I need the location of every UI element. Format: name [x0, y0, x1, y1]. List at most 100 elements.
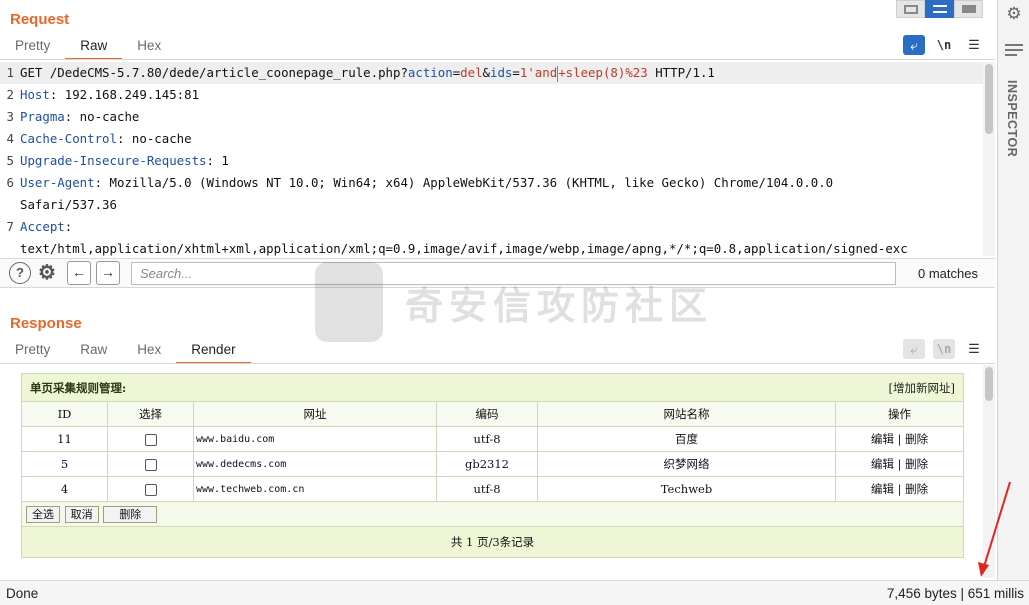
edit-link[interactable]: 编辑	[871, 432, 894, 446]
add-url-link[interactable]: [增加新网址]	[889, 380, 955, 396]
row-id: 11	[21, 426, 108, 452]
tabbed-view-button[interactable]	[954, 0, 983, 18]
row-url: www.baidu.com	[193, 426, 437, 452]
response-tab-raw[interactable]: Raw	[65, 337, 122, 363]
cancel-button[interactable]: 取消	[64, 505, 99, 523]
request-tabs: Pretty Raw Hex	[0, 33, 176, 60]
response-title: Response	[10, 315, 82, 332]
row-checkbox[interactable]	[144, 459, 157, 471]
row-actions: 编辑 | 删除	[835, 476, 964, 502]
delete-button[interactable]: 删除	[103, 505, 158, 523]
menu-icon[interactable]: ☰	[963, 339, 985, 359]
token: : no-cache	[64, 109, 140, 124]
response-tab-hex[interactable]: Hex	[122, 337, 176, 363]
row-select	[107, 451, 194, 477]
token: Accept	[20, 219, 65, 234]
previous-match-button[interactable]: ←	[67, 261, 91, 285]
response-toolbar: ⤶ \n ☰	[895, 338, 985, 360]
inspector-tab[interactable]: INSPECTOR	[1005, 80, 1019, 157]
token: Upgrade-Insecure-Requests	[20, 153, 207, 168]
gear-icon[interactable]: ⚙	[36, 262, 58, 284]
inspector-menu-icon[interactable]	[1005, 44, 1023, 58]
match-count: 0 matches	[918, 266, 978, 281]
token: =	[512, 65, 520, 80]
row-checkbox[interactable]	[144, 434, 157, 446]
edit-link[interactable]: 编辑	[871, 457, 894, 471]
token: User-Agent	[20, 175, 95, 190]
token: del	[460, 65, 483, 80]
scroll-thumb[interactable]	[985, 64, 993, 134]
column-header: 编码	[436, 401, 538, 427]
line-number: 6	[6, 175, 14, 190]
question-icon[interactable]: ?	[9, 262, 31, 284]
table-row: 5 www.dedecms.com gb2312 织梦网络 编辑 | 删除	[21, 451, 964, 477]
divider	[0, 363, 995, 364]
word-wrap-icon[interactable]: ⤶	[903, 35, 925, 55]
token: : 192.168.249.145:81	[49, 87, 200, 102]
rule-table: 单页采集规则管理: [增加新网址] ID 选择 网址 编码 网站名称 操作 11…	[21, 373, 964, 558]
request-tab-raw[interactable]: Raw	[65, 33, 123, 60]
code-line: 1 GET /DedeCMS-5.7.80/dede/article_coonep…	[0, 62, 983, 84]
split-vertical-view-button[interactable]	[925, 0, 954, 18]
delete-link[interactable]: 删除	[905, 432, 928, 446]
request-editor[interactable]: 1 GET /DedeCMS-5.7.80/dede/article_coonep…	[0, 62, 983, 256]
token: GET /DedeCMS-5.7.80/dede/article_coonepa…	[20, 65, 408, 80]
table-header-row: ID 选择 网址 编码 网站名称 操作	[21, 401, 964, 427]
delete-link[interactable]: 删除	[905, 482, 928, 496]
response-tab-pretty[interactable]: Pretty	[0, 337, 65, 363]
divider	[0, 59, 995, 60]
row-id: 4	[21, 476, 108, 502]
response-scrollbar[interactable]	[983, 365, 995, 578]
newline-toggle-icon[interactable]: \n	[933, 35, 955, 55]
token: : no-cache	[116, 131, 192, 146]
line-number: 5	[6, 153, 14, 168]
token: Host	[20, 87, 50, 102]
row-encoding: utf-8	[436, 476, 538, 502]
select-all-button[interactable]: 全选	[26, 505, 60, 523]
column-header: 操作	[835, 401, 964, 427]
status-bar: Done 7,456 bytes | 651 millis	[0, 580, 1029, 605]
column-header: ID	[21, 401, 108, 427]
code-text: User-Agent: Mozilla/5.0 (Windows NT 10.0…	[20, 172, 833, 194]
scroll-thumb[interactable]	[985, 367, 993, 401]
request-scrollbar[interactable]	[983, 62, 995, 256]
split-horizontal-view-button[interactable]	[896, 0, 925, 18]
table-heading: 单页采集规则管理: [增加新网址]	[21, 373, 964, 402]
menu-icon[interactable]: ☰	[963, 35, 985, 55]
search-bar: ? ⚙ ← → 0 matches	[0, 258, 995, 288]
word-wrap-icon: ⤶	[903, 339, 925, 359]
line-number: 4	[6, 131, 14, 146]
table-title: 单页采集规则管理:	[30, 380, 127, 395]
row-url: www.techweb.com.cn	[193, 476, 437, 502]
edit-link[interactable]: 编辑	[871, 482, 894, 496]
response-tab-render[interactable]: Render	[176, 337, 251, 364]
row-encoding: gb2312	[436, 451, 538, 477]
settings-icon[interactable]: ⚙	[1004, 4, 1024, 24]
code-text: Cache-Control: no-cache	[20, 128, 192, 150]
row-select	[107, 426, 194, 452]
code-line: 2 Host: 192.168.249.145:81	[0, 84, 983, 106]
column-header: 网址	[193, 401, 437, 427]
code-text: Host: 192.168.249.145:81	[20, 84, 199, 106]
response-tabs: Pretty Raw Hex Render	[0, 337, 251, 364]
next-match-button[interactable]: →	[96, 261, 120, 285]
code-text: Safari/537.36	[20, 194, 117, 216]
code-text: text/html,application/xhtml+xml,applicat…	[20, 238, 908, 256]
token: %23	[625, 65, 648, 80]
code-line: 3 Pragma: no-cache	[0, 106, 983, 128]
token: HTTP/1.1	[647, 65, 715, 80]
search-input[interactable]	[131, 262, 896, 285]
newline-toggle-icon: \n	[933, 339, 955, 359]
response-size-time: 7,456 bytes | 651 millis	[886, 586, 1024, 601]
inspector-sidebar: ⚙ INSPECTOR	[997, 0, 1029, 580]
row-checkbox[interactable]	[144, 484, 157, 496]
request-tab-hex[interactable]: Hex	[122, 33, 176, 59]
request-tab-pretty[interactable]: Pretty	[0, 33, 65, 59]
token: 1'and	[519, 65, 558, 80]
line-number: 7	[6, 219, 14, 234]
code-text: Pragma: no-cache	[20, 106, 139, 128]
table-row: 11 www.baidu.com utf-8 百度 编辑 | 删除	[21, 426, 964, 452]
token: :	[64, 219, 73, 234]
delete-link[interactable]: 删除	[905, 457, 928, 471]
code-line: Safari/537.36	[0, 194, 983, 216]
